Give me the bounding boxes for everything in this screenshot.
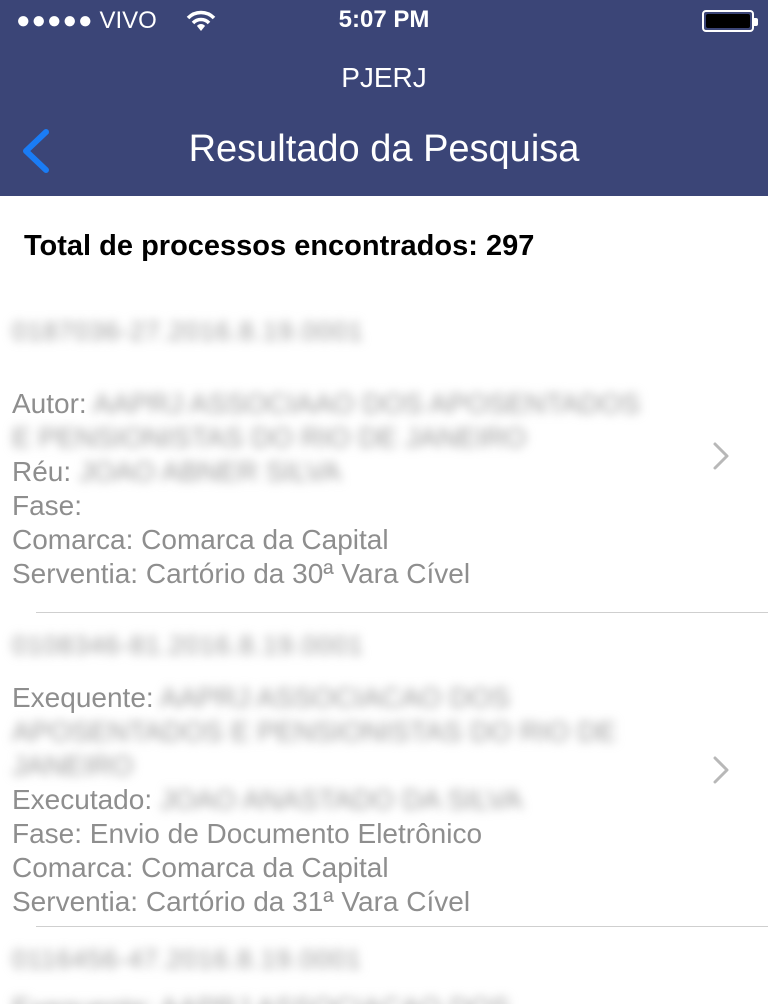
executado-value: JOAO ANASTADO DA SILVA [159,784,523,815]
chevron-right-icon [713,442,729,470]
status-time: 5:07 PM [338,6,430,33]
exequente-label: Exequente: [12,682,154,713]
fase-line: Fase: [12,490,83,521]
serventia-line: Serventia: Cartório da 31ª Vara Cível [12,886,471,917]
process-number: 0116456-47.2016.8.19.0001 [12,944,362,974]
autor-value: AAPRJ ASSOCIAAO DOS APOSENTADOS [92,388,641,419]
exequente-line: Exequente: AAPRJ ASSOCIACAO DOS [12,992,510,1004]
executado-label: Executado: [12,784,153,815]
total-count: Total de processos encontrados: 297 [24,230,535,262]
executado-line: Executado: JOAO ANASTADO DA SILVA [12,784,522,816]
result-item[interactable]: 0108346-81.2016.8.19.0001 Exequente: AAP… [0,614,768,926]
status-bar: ●●●●● VIVO 5:07 PM [0,0,768,42]
comarca-line: Comarca: Comarca da Capital [12,524,389,555]
result-item[interactable]: 0187036-27.2016.8.19.0001 Autor: AAPRJ A… [0,300,768,612]
process-number: 0108346-81.2016.8.19.0001 [12,630,364,660]
chevron-right-icon [713,756,729,784]
autor-label: Autor: [12,388,87,419]
reu-label: Réu: [12,456,72,487]
page-title: Resultado da Pesquisa [188,128,580,170]
reu-value: JOAO ABNER SILVA [78,456,341,487]
exequente-value-cont: JANEIRO [12,750,134,781]
reu-line: Réu: JOAO ABNER SILVA [12,456,341,488]
app-title: PJERJ [341,62,427,93]
navigation-header: ●●●●● VIVO 5:07 PM PJERJ Resultado da Pe… [0,0,768,196]
exequente-line: Exequente: AAPRJ ASSOCIACAO DOS [12,682,510,714]
battery-icon [702,10,758,32]
autor-value-cont: E PENSIONISTAS DO RIO DE JANEIRO [12,422,527,453]
exequente-value-cont: APOSENTADOS E PENSIONISTAS DO RIO DE [12,716,617,747]
serventia-line: Serventia: Cartório da 30ª Vara Cível [12,558,471,589]
autor-line: Autor: AAPRJ ASSOCIAAO DOS APOSENTADOS [12,388,640,420]
comarca-line: Comarca: Comarca da Capital [12,852,389,883]
row-divider [36,612,768,613]
result-item[interactable]: 0116456-47.2016.8.19.0001 Exequente: AAP… [0,928,768,1004]
row-divider [36,926,768,927]
process-number: 0187036-27.2016.8.19.0001 [12,316,364,346]
exequente-value: AAPRJ ASSOCIACAO DOS [159,682,511,713]
fase-line: Fase: Envio de Documento Eletrônico [12,818,483,849]
